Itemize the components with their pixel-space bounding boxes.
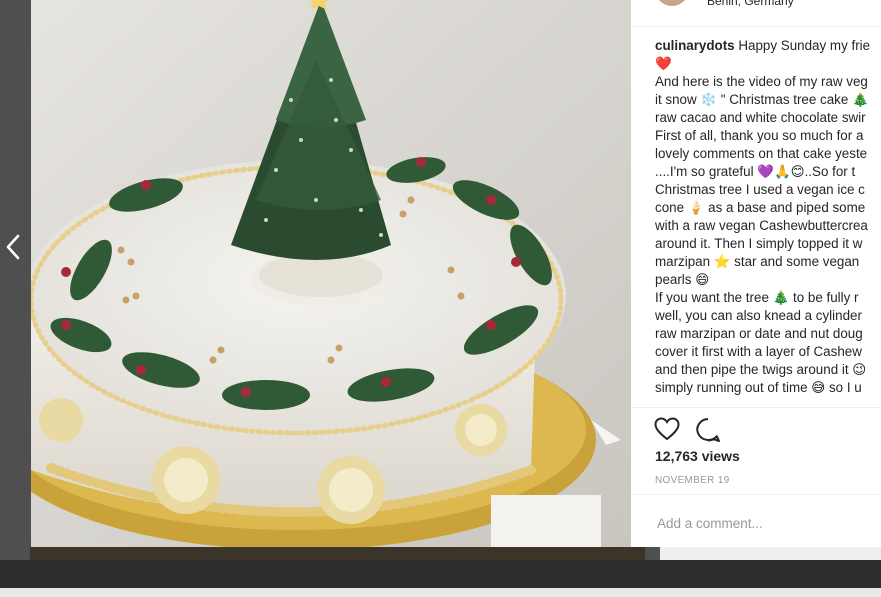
- like-button[interactable]: [654, 417, 680, 441]
- post-actions: 12,763 views NOVEMBER 19: [631, 407, 881, 547]
- browser-bottom-bar: [0, 588, 881, 597]
- caption-line: simply running out of time 😅 so I u: [655, 380, 862, 395]
- chevron-left-icon: [6, 234, 20, 260]
- caption-line: marzipan ⭐ star and some vegan: [655, 254, 860, 269]
- caption-text: Happy Sunday my frie: [734, 38, 871, 53]
- avatar[interactable]: [655, 0, 689, 6]
- caption-line: it snow ❄️ " Christmas tree cake 🎄: [655, 92, 869, 107]
- caption-line: with a raw vegan Cashewbuttercrea: [655, 218, 868, 233]
- caption-line: well, you can also knead a cylinder: [655, 308, 862, 323]
- caption-line: and then pipe the twigs around it 😉: [655, 362, 867, 377]
- heart-icon: [654, 417, 680, 441]
- background-thumbnails: [30, 545, 645, 561]
- post-info-panel: Berlin, Germany culinarydots Happy Sunda…: [631, 0, 881, 547]
- post-media-video[interactable]: [31, 0, 631, 547]
- caption-username[interactable]: culinarydots: [655, 38, 735, 53]
- post-caption: culinarydots Happy Sunday my frie ❤️ And…: [655, 37, 881, 397]
- post-location[interactable]: Berlin, Germany: [707, 0, 794, 8]
- caption-line: ....I'm so grateful 💜🙏😊..So for t: [655, 164, 856, 179]
- caption-line: raw cacao and white chocolate swir: [655, 110, 866, 125]
- view-count[interactable]: 12,763 views: [655, 448, 740, 464]
- comment-button[interactable]: [695, 417, 721, 443]
- caption-line: If you want the tree 🎄 to be fully r: [655, 290, 859, 305]
- comment-form: [631, 494, 881, 547]
- post-header: Berlin, Germany: [631, 0, 881, 27]
- caption-line: lovely comments on that cake yeste: [655, 146, 868, 161]
- caption-line: Christmas tree I used a vegan ice c: [655, 182, 865, 197]
- caption-line: cone 🍦 as a base and piped some: [655, 200, 866, 215]
- comment-bubble-icon: [696, 418, 720, 442]
- post-date[interactable]: NOVEMBER 19: [655, 475, 729, 486]
- christmas-tree-cake-image: [31, 0, 631, 547]
- caption-line: raw marzipan or date and nut doug: [655, 326, 863, 341]
- comment-input[interactable]: [657, 513, 867, 533]
- caption-line: culinarydots Happy Sunday my frie: [655, 37, 881, 55]
- caption-line: ❤️: [655, 56, 672, 71]
- caption-line: And here is the video of my raw veg: [655, 74, 868, 89]
- background-thumbnail-right: [660, 545, 881, 561]
- caption-line: First of all, thank you so much for a: [655, 128, 864, 143]
- caption-line: cover it first with a layer of Cashew: [655, 344, 862, 359]
- caption-line: pearls 😄: [655, 272, 710, 287]
- caption-line: around it. Then I simply topped it w: [655, 236, 863, 251]
- previous-post-button[interactable]: [0, 232, 26, 262]
